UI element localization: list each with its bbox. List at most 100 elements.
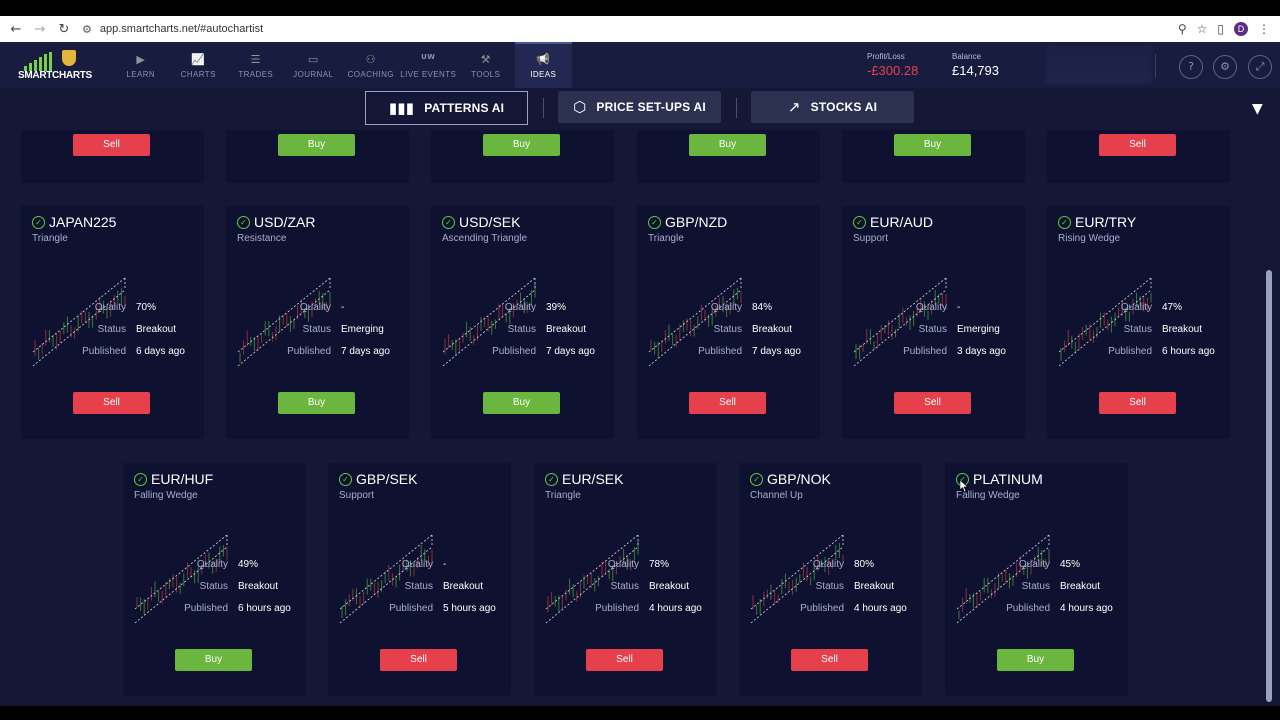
scrollbar-thumb[interactable] (1266, 270, 1272, 702)
filter-icon[interactable]: ▼ (1252, 101, 1263, 117)
sell-button[interactable]: Sell (791, 649, 868, 671)
hexagon-arrow-icon: ⬡ (573, 98, 587, 116)
symbol-text: EUR/TRY (1075, 214, 1137, 230)
fullscreen-icon[interactable]: ⤢ (1248, 55, 1272, 79)
buy-button[interactable]: Buy (894, 134, 971, 156)
pattern-card[interactable]: Buy (431, 130, 614, 183)
card-symbol: ✓ EUR/AUD (853, 214, 933, 230)
symbol-text: USD/ZAR (254, 214, 316, 230)
stat-row-published: Published 6 hours ago (131, 597, 306, 619)
sell-button[interactable]: Sell (380, 649, 457, 671)
pattern-card[interactable]: ✓ GBP/NOK Channel Up Quality 80% Status Breako… (739, 463, 922, 696)
pattern-card[interactable]: ✓ USD/ZAR Resistance Quality - Status Emerging… (226, 206, 409, 439)
buy-button[interactable]: Buy (997, 649, 1074, 671)
tab-stocks-label: STOCKS AI (810, 100, 878, 114)
buy-button[interactable]: Buy (689, 134, 766, 156)
side-panel-icon[interactable]: ▯ (1217, 22, 1224, 36)
pattern-card[interactable]: ✓ EUR/AUD Support Quality - Status Emerging Pub… (842, 206, 1025, 439)
stat-value-status: Breakout (752, 323, 793, 335)
url-text[interactable]: app.smartcharts.net/#autochartist (100, 23, 263, 35)
stat-label-published: Published (595, 602, 639, 614)
settings-gear-icon[interactable]: ⚙ (1213, 55, 1237, 79)
tab-price-setups-ai[interactable]: ⬡ PRICE SET-UPS AI (558, 91, 721, 123)
stat-label-quality: Quality (299, 301, 331, 313)
pattern-card[interactable]: ✓ EUR/HUF Falling Wedge Quality 49% Status Bre… (123, 463, 306, 696)
stat-row-quality: Quality 47% (1055, 296, 1230, 318)
pattern-card[interactable]: ✓ GBP/SEK Support Quality - Status Breakout Pub… (328, 463, 511, 696)
pattern-card[interactable]: Sell (1047, 130, 1230, 183)
waveform-icon: ▮▮▮ (388, 99, 415, 117)
pattern-card[interactable]: Sell (21, 130, 204, 183)
pattern-card[interactable]: ✓ USD/SEK Ascending Triangle Quality 39% Stat… (431, 206, 614, 439)
stat-label-quality: Quality (812, 558, 844, 570)
tab-price-setups-label: PRICE SET-UPS AI (596, 100, 706, 114)
pattern-card[interactable]: ✓ PLATINUM Falling Wedge Quality 45% Status Br… (945, 463, 1128, 696)
sell-button[interactable]: Sell (689, 392, 766, 414)
check-circle-icon: ✓ (442, 215, 455, 229)
pattern-card[interactable]: ✓ EUR/TRY Rising Wedge Quality 47% Status Brea… (1047, 206, 1230, 439)
browser-menu-icon[interactable]: ⋮ (1258, 22, 1270, 36)
nav-item-ideas[interactable]: 📢 IDEAS (514, 42, 572, 88)
chart-icon: 📈 (191, 53, 206, 66)
pattern-card[interactable]: Buy (842, 130, 1025, 183)
stat-value-quality: 84% (752, 301, 773, 313)
pattern-card[interactable]: Buy (637, 130, 820, 183)
stat-label-published: Published (1006, 602, 1050, 614)
zoom-icon[interactable]: ⚲ (1178, 22, 1187, 36)
reload-icon[interactable]: ↻ (52, 22, 76, 37)
stat-label-quality: Quality (915, 301, 947, 313)
sell-button[interactable]: Sell (1099, 392, 1176, 414)
card-symbol: ✓ GBP/SEK (339, 471, 417, 487)
sell-button[interactable]: Sell (73, 392, 150, 414)
sell-button[interactable]: Sell (1099, 134, 1176, 156)
window-bottom-edge (0, 706, 1280, 720)
sell-button[interactable]: Sell (894, 392, 971, 414)
pattern-card[interactable]: Buy (226, 130, 409, 183)
stat-value-quality: 47% (1162, 301, 1183, 313)
nav-item-live-events[interactable]: UW LIVE EVENTS (400, 42, 458, 88)
window-top-edge (0, 0, 1280, 16)
sell-button[interactable]: Sell (586, 649, 663, 671)
back-arrow-icon[interactable]: ← (4, 22, 28, 37)
nav-item-journal[interactable]: ▭ JOURNAL (285, 42, 343, 88)
forward-arrow-icon[interactable]: → (28, 22, 52, 37)
nav-label: TOOLS (471, 70, 501, 79)
sell-button[interactable]: Sell (73, 134, 150, 156)
nav-item-coaching[interactable]: ⚇ COACHING (342, 42, 400, 88)
pattern-card[interactable]: ✓ EUR/SEK Triangle Quality 78% Status Breakout… (534, 463, 717, 696)
help-icon[interactable]: ? (1179, 55, 1203, 79)
tab-stocks-ai[interactable]: ↗ STOCKS AI (751, 91, 914, 123)
nav-item-charts[interactable]: 📈 CHARTS (170, 42, 228, 88)
browser-toolbar: ← → ↻ ⚙ app.smartcharts.net/#autochartis… (0, 16, 1280, 42)
buy-button[interactable]: Buy (483, 134, 560, 156)
stat-row-status: Status Breakout (953, 575, 1128, 597)
nav-item-learn[interactable]: ▶ LEARN (112, 42, 170, 88)
address-bar[interactable]: ⚙ app.smartcharts.net/#autochartist (82, 23, 263, 36)
profile-avatar[interactable]: D (1234, 22, 1248, 36)
pattern-card[interactable]: ✓ JAPAN225 Triangle Quality 70% Status Breakou… (21, 206, 204, 439)
top-navigation: SMARTCHARTS ▶ LEARN 📈 CHARTS ☰ TRADES ▭ JOURNAL… (0, 42, 1280, 88)
buy-button[interactable]: Buy (483, 392, 560, 414)
balance-value: £14,793 (952, 63, 999, 78)
bookmark-star-icon[interactable]: ☆ (1197, 22, 1208, 36)
stat-label-published: Published (82, 345, 126, 357)
stat-row-quality: Quality 45% (953, 553, 1128, 575)
tab-patterns-ai[interactable]: ▮▮▮ PATTERNS AI (365, 91, 528, 125)
buy-button[interactable]: Buy (278, 392, 355, 414)
buy-button[interactable]: Buy (278, 134, 355, 156)
pattern-card[interactable]: ✓ GBP/NZD Triangle Quality 84% Status Breakout… (637, 206, 820, 439)
stat-label-quality: Quality (401, 558, 433, 570)
stat-value-status: Emerging (341, 323, 384, 335)
symbol-text: EUR/HUF (151, 471, 214, 487)
site-settings-icon[interactable]: ⚙ (82, 23, 92, 36)
check-circle-icon: ✓ (1058, 215, 1071, 229)
pattern-type: Support (339, 490, 375, 501)
stat-value-quality: - (341, 301, 345, 313)
stat-value-published: 6 hours ago (1162, 345, 1215, 357)
nav-item-tools[interactable]: ⚒ TOOLS (457, 42, 515, 88)
nav-item-trades[interactable]: ☰ TRADES (227, 42, 285, 88)
stat-row-published: Published 7 days ago (234, 340, 409, 362)
smartcharts-logo[interactable]: SMARTCHARTS (18, 50, 92, 82)
symbol-text: JAPAN225 (49, 214, 117, 230)
buy-button[interactable]: Buy (175, 649, 252, 671)
